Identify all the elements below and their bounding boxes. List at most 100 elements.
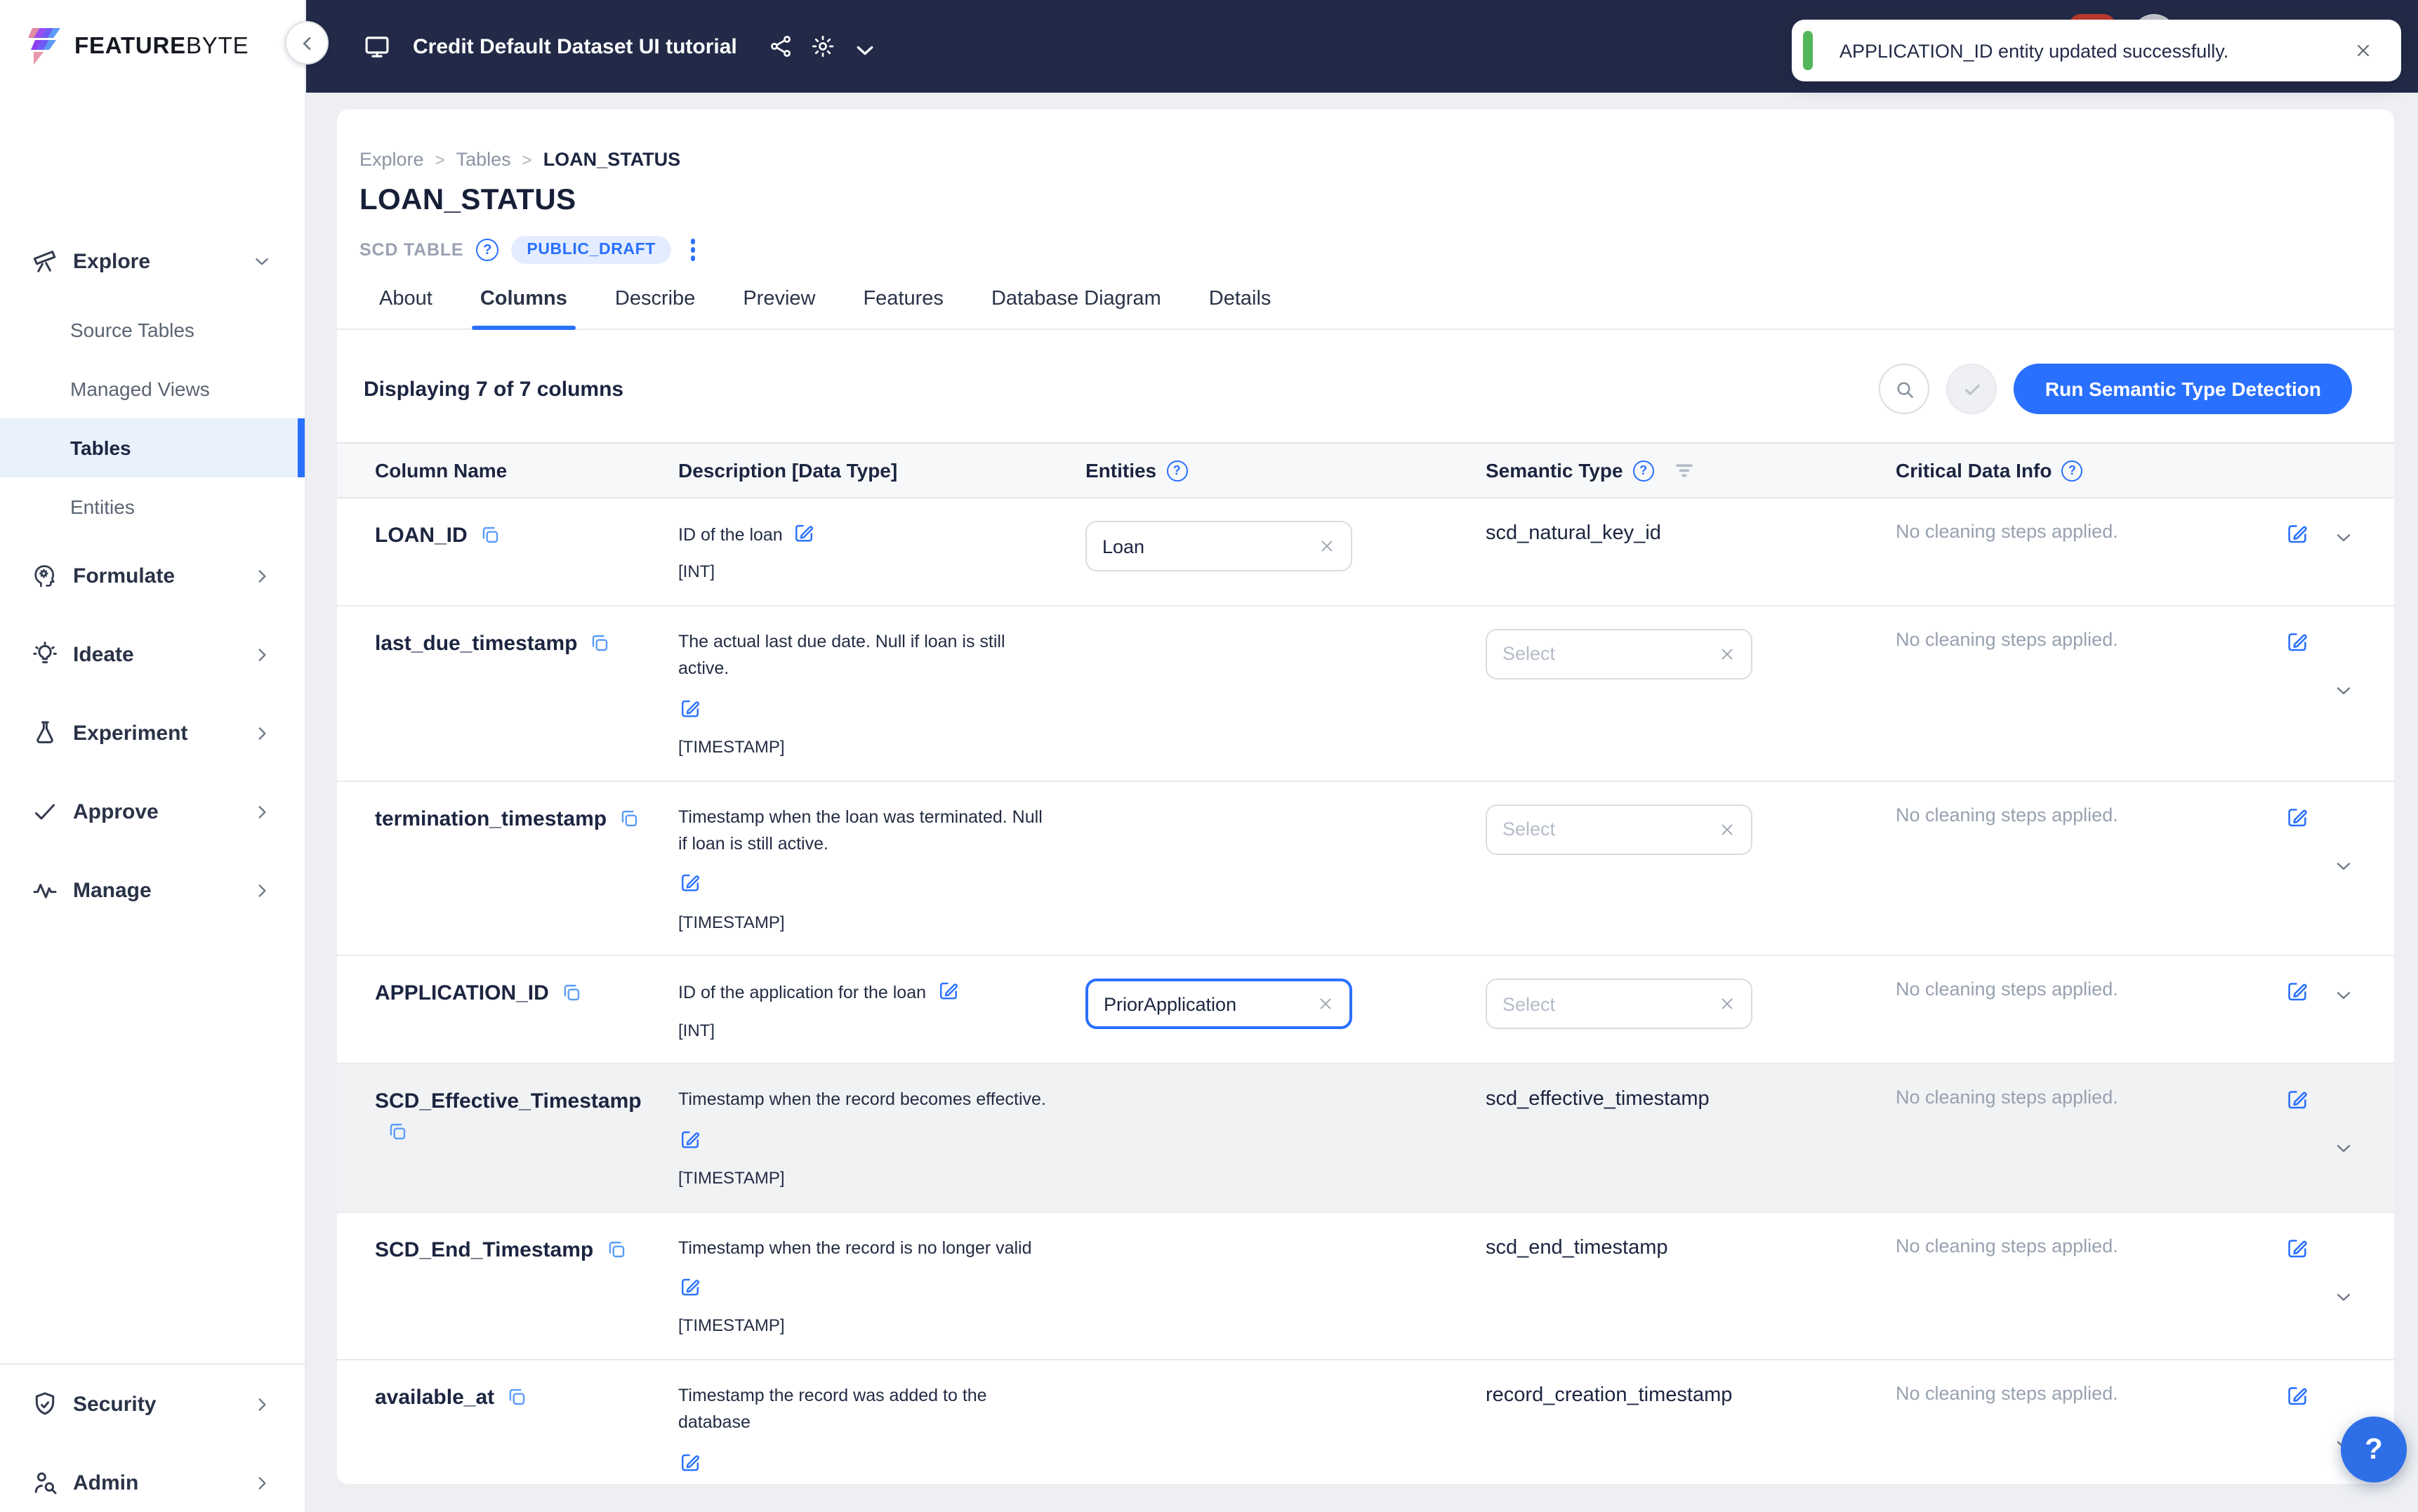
copy-icon[interactable] — [479, 524, 501, 546]
chevron-down-icon[interactable] — [2332, 854, 2355, 877]
data-type: [TIMESTAMP] — [678, 910, 1046, 955]
column-name-cell: last_due_timestamp — [337, 629, 678, 780]
column-description: Timestamp when the record is no longer v… — [678, 1238, 1032, 1257]
edit-row-icon[interactable] — [2285, 1087, 2310, 1113]
chevron-down-icon[interactable] — [2332, 526, 2355, 549]
edit-description-icon[interactable] — [678, 696, 702, 719]
chevron-down-icon[interactable] — [2332, 1285, 2355, 1308]
sidebar-item-approve[interactable]: Approve — [0, 772, 305, 851]
semantic-type-select[interactable]: Select — [1486, 804, 1752, 854]
semantic-type-select[interactable]: Select — [1486, 979, 1752, 1030]
help-icon[interactable]: ? — [1633, 460, 1654, 481]
tab-features[interactable]: Features — [860, 288, 946, 329]
entity-value: Loan — [1102, 536, 1144, 557]
clear-icon[interactable] — [1719, 996, 1736, 1013]
edit-description-icon[interactable] — [793, 521, 817, 545]
tab-about[interactable]: About — [376, 288, 435, 329]
help-icon[interactable]: ? — [476, 239, 498, 261]
sidebar-collapse-button[interactable] — [285, 21, 329, 65]
chevron-down-icon[interactable] — [2332, 985, 2355, 1007]
semantic-type-select[interactable]: Select — [1486, 629, 1752, 679]
entity-value: PriorApplication — [1104, 994, 1236, 1015]
sidebar-item-security[interactable]: Security — [0, 1365, 305, 1443]
breadcrumb: Explore>Tables>LOAN_STATUS — [337, 110, 2394, 170]
copy-icon[interactable] — [560, 982, 583, 1004]
help-fab-button[interactable]: ? — [2341, 1417, 2407, 1483]
page-title: LOAN_STATUS — [359, 184, 2394, 218]
copy-icon[interactable] — [618, 807, 640, 829]
help-icon[interactable]: ? — [1166, 460, 1187, 481]
clear-icon[interactable] — [1719, 821, 1736, 837]
clear-icon[interactable] — [1317, 996, 1334, 1013]
entity-select[interactable]: PriorApplication — [1085, 979, 1352, 1030]
approve-icon — [31, 797, 59, 825]
edit-description-icon[interactable] — [678, 1275, 702, 1299]
sidebar-item-label: Admin — [73, 1471, 253, 1494]
sidebar-item-explore[interactable]: Explore — [0, 222, 305, 300]
entities-cell — [1085, 629, 1486, 780]
edit-row-icon[interactable] — [2285, 979, 2310, 1004]
description-cell: Timestamp when the loan was terminated. … — [678, 804, 1066, 955]
sidebar-item-ideate[interactable]: Ideate — [0, 615, 305, 694]
tab-database-diagram[interactable]: Database Diagram — [989, 288, 1164, 329]
share-icon[interactable] — [768, 34, 793, 59]
data-type: [TIMESTAMP] — [678, 1165, 1046, 1211]
help-icon[interactable]: ? — [2062, 460, 2083, 481]
toolbar-actions: Run Semantic Type Detection — [1879, 364, 2352, 414]
edit-description-icon[interactable] — [678, 871, 702, 895]
column-description: Timestamp when the record becomes effect… — [678, 1090, 1046, 1110]
clear-icon[interactable] — [1319, 538, 1335, 555]
edit-description-icon[interactable] — [678, 1127, 702, 1151]
semantic-type-cell: Select — [1486, 629, 1896, 780]
breadcrumb-item[interactable]: Explore — [359, 149, 424, 170]
chevron-down-icon[interactable] — [2332, 679, 2355, 702]
copy-icon[interactable] — [604, 1238, 627, 1260]
tab-describe[interactable]: Describe — [612, 288, 698, 329]
edit-row-icon[interactable] — [2285, 1235, 2310, 1260]
gear-icon[interactable] — [810, 34, 835, 59]
edit-row-icon[interactable] — [2285, 629, 2310, 654]
run-semantic-type-detection-button[interactable]: Run Semantic Type Detection — [2014, 364, 2352, 414]
copy-icon[interactable] — [588, 632, 611, 654]
sidebar-item-source-tables[interactable]: Source Tables — [0, 300, 305, 359]
breadcrumb-item[interactable]: Tables — [456, 149, 511, 170]
chevron-down-icon[interactable] — [2332, 1138, 2355, 1160]
header-actions — [2261, 444, 2394, 497]
tab-details[interactable]: Details — [1206, 288, 1274, 329]
tab-columns[interactable]: Columns — [477, 288, 570, 329]
edit-row-icon[interactable] — [2285, 804, 2310, 829]
clear-icon[interactable] — [1719, 646, 1736, 663]
edit-description-icon[interactable] — [678, 1450, 702, 1474]
chevron-down-icon[interactable] — [852, 37, 871, 55]
brand-logo: FEATUREBYTE — [0, 0, 305, 93]
status-badge: PUBLIC_DRAFT — [511, 236, 671, 264]
sidebar-item-entities[interactable]: Entities — [0, 477, 305, 536]
select-placeholder: Select — [1502, 994, 1555, 1015]
critical-data-info-text: No cleaning steps applied. — [1896, 521, 2118, 542]
column-name: SCD_Effective_Timestamp — [375, 1090, 642, 1114]
sidebar-item-formulate[interactable]: Formulate — [0, 536, 305, 615]
edit-row-icon[interactable] — [2285, 521, 2310, 546]
confirm-button[interactable] — [1947, 364, 1997, 414]
brand-name: FEATUREBYTE — [74, 33, 249, 60]
copy-icon[interactable] — [386, 1120, 409, 1143]
tab-preview[interactable]: Preview — [740, 288, 818, 329]
chevron-right-icon — [253, 802, 271, 821]
semantic-type-value: scd_effective_timestamp — [1486, 1089, 1710, 1111]
edit-row-icon[interactable] — [2285, 1383, 2310, 1408]
close-icon[interactable] — [2353, 41, 2373, 60]
sidebar-item-manage[interactable]: Manage — [0, 851, 305, 929]
kebab-menu-icon[interactable] — [684, 237, 703, 264]
sidebar-item-managed-views[interactable]: Managed Views — [0, 359, 305, 418]
copy-icon[interactable] — [506, 1386, 528, 1408]
edit-description-icon[interactable] — [936, 979, 960, 1003]
sidebar-item-experiment[interactable]: Experiment — [0, 694, 305, 772]
filter-icon[interactable] — [1672, 458, 1696, 482]
sidebar-item-admin[interactable]: Admin — [0, 1443, 305, 1512]
success-toast: APPLICATION_ID entity updated successful… — [1792, 20, 2401, 81]
entity-select[interactable]: Loan — [1085, 521, 1352, 571]
column-name: SCD_End_Timestamp — [375, 1238, 593, 1261]
manage-icon — [31, 876, 59, 904]
search-button[interactable] — [1879, 364, 1930, 414]
sidebar-item-tables[interactable]: Tables — [0, 418, 305, 477]
